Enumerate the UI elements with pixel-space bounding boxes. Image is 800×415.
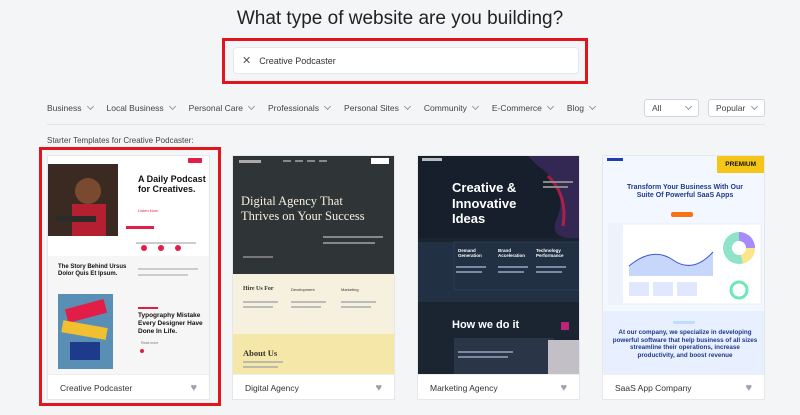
filter-local-business[interactable]: Local Business <box>107 102 176 113</box>
hero-title: A Daily Podcast for Creatives. <box>138 174 206 195</box>
column-hire: Hire Us For <box>243 286 274 292</box>
section-label: Starter Templates for Creative Podcaster… <box>47 136 194 145</box>
filter-business[interactable]: Business <box>47 102 94 113</box>
search-value: Creative Podcaster <box>259 55 336 66</box>
chevron-down-icon <box>403 102 411 111</box>
story-title: The Story Behind Ursus Dolor Quis Et Ips… <box>58 264 127 278</box>
card-footer: Creative Podcaster ♥ <box>48 374 209 401</box>
template-name: Marketing Agency <box>430 383 498 393</box>
chevron-down-icon <box>324 102 332 111</box>
divider <box>47 124 765 125</box>
template-preview: PREMIUM Transform Your Business With Our… <box>603 156 764 374</box>
svg-text:Read more: Read more <box>141 341 158 345</box>
heart-icon[interactable]: ♥ <box>190 382 197 394</box>
filter-professionals[interactable]: Professionals <box>268 102 332 113</box>
filter-ecommerce[interactable]: E-Commerce <box>492 102 554 113</box>
hero-title: Creative & Innovative Ideas <box>452 180 517 227</box>
premium-badge: PREMIUM <box>717 156 764 173</box>
column-marketing: Marketing <box>341 287 359 292</box>
column-development: Development <box>291 287 315 292</box>
how-heading: How we do it <box>452 319 520 331</box>
hero-title: Digital Agency That Thrives on Your Succ… <box>241 194 365 223</box>
template-card-saas-app-company[interactable]: PREMIUM Transform Your Business With Our… <box>602 155 765 400</box>
body-text: At our company, we specialize in develop… <box>612 329 758 360</box>
template-preview: Digital Agency That Thrives on Your Succ… <box>233 156 394 374</box>
sort-select[interactable]: Popular <box>708 99 765 117</box>
chevron-down-icon <box>750 102 759 111</box>
template-name: Creative Podcaster <box>60 383 133 393</box>
chevron-down-icon <box>471 102 479 111</box>
template-name: SaaS App Company <box>615 383 692 393</box>
filter-personal-sites[interactable]: Personal Sites <box>344 102 411 113</box>
blog-title: Typography Mistake Every Designer Have D… <box>138 312 203 335</box>
template-name: Digital Agency <box>245 383 299 393</box>
heart-icon[interactable]: ♥ <box>375 382 382 394</box>
template-preview: Creative & Innovative Ideas Demand Gener… <box>418 156 579 374</box>
about-heading: About Us <box>243 348 278 358</box>
type-select[interactable]: All <box>644 99 699 117</box>
clear-search-icon[interactable]: ✕ <box>242 54 251 67</box>
page-title: What type of website are you building? <box>236 8 564 29</box>
category-filters: Business Local Business Personal Care Pr… <box>47 100 609 116</box>
chevron-down-icon <box>588 102 596 111</box>
filter-personal-care[interactable]: Personal Care <box>189 102 256 113</box>
template-card-marketing-agency[interactable]: Creative & Innovative Ideas Demand Gener… <box>417 155 580 400</box>
heart-icon[interactable]: ♥ <box>560 382 567 394</box>
feature-technology: Technology Performance <box>536 248 564 258</box>
card-footer: Marketing Agency ♥ <box>418 374 579 401</box>
chevron-down-icon <box>168 102 176 111</box>
chevron-down-icon <box>86 102 94 111</box>
chevron-down-icon <box>684 102 693 111</box>
feature-brand: Brand Acceleration <box>498 248 526 258</box>
card-footer: Digital Agency ♥ <box>233 374 394 401</box>
card-footer: SaaS App Company ♥ <box>603 374 764 401</box>
hero-title: Transform Your Business With Our Suite O… <box>627 184 743 200</box>
template-preview: Read more A Daily Podcast for Creatives.… <box>48 156 209 374</box>
search-input[interactable]: ✕ Creative Podcaster <box>233 47 579 74</box>
template-card-digital-agency[interactable]: Digital Agency That Thrives on Your Succ… <box>232 155 395 400</box>
filter-blog[interactable]: Blog <box>567 102 596 113</box>
chevron-down-icon <box>546 102 554 111</box>
chevron-down-icon <box>247 102 256 111</box>
listen-button: Listen Now <box>138 208 158 213</box>
heart-icon[interactable]: ♥ <box>745 382 752 394</box>
feature-demand: Demand Generation <box>458 248 482 258</box>
filter-community[interactable]: Community <box>424 102 479 113</box>
template-card-creative-podcaster[interactable]: Read more A Daily Podcast for Creatives.… <box>47 155 210 400</box>
